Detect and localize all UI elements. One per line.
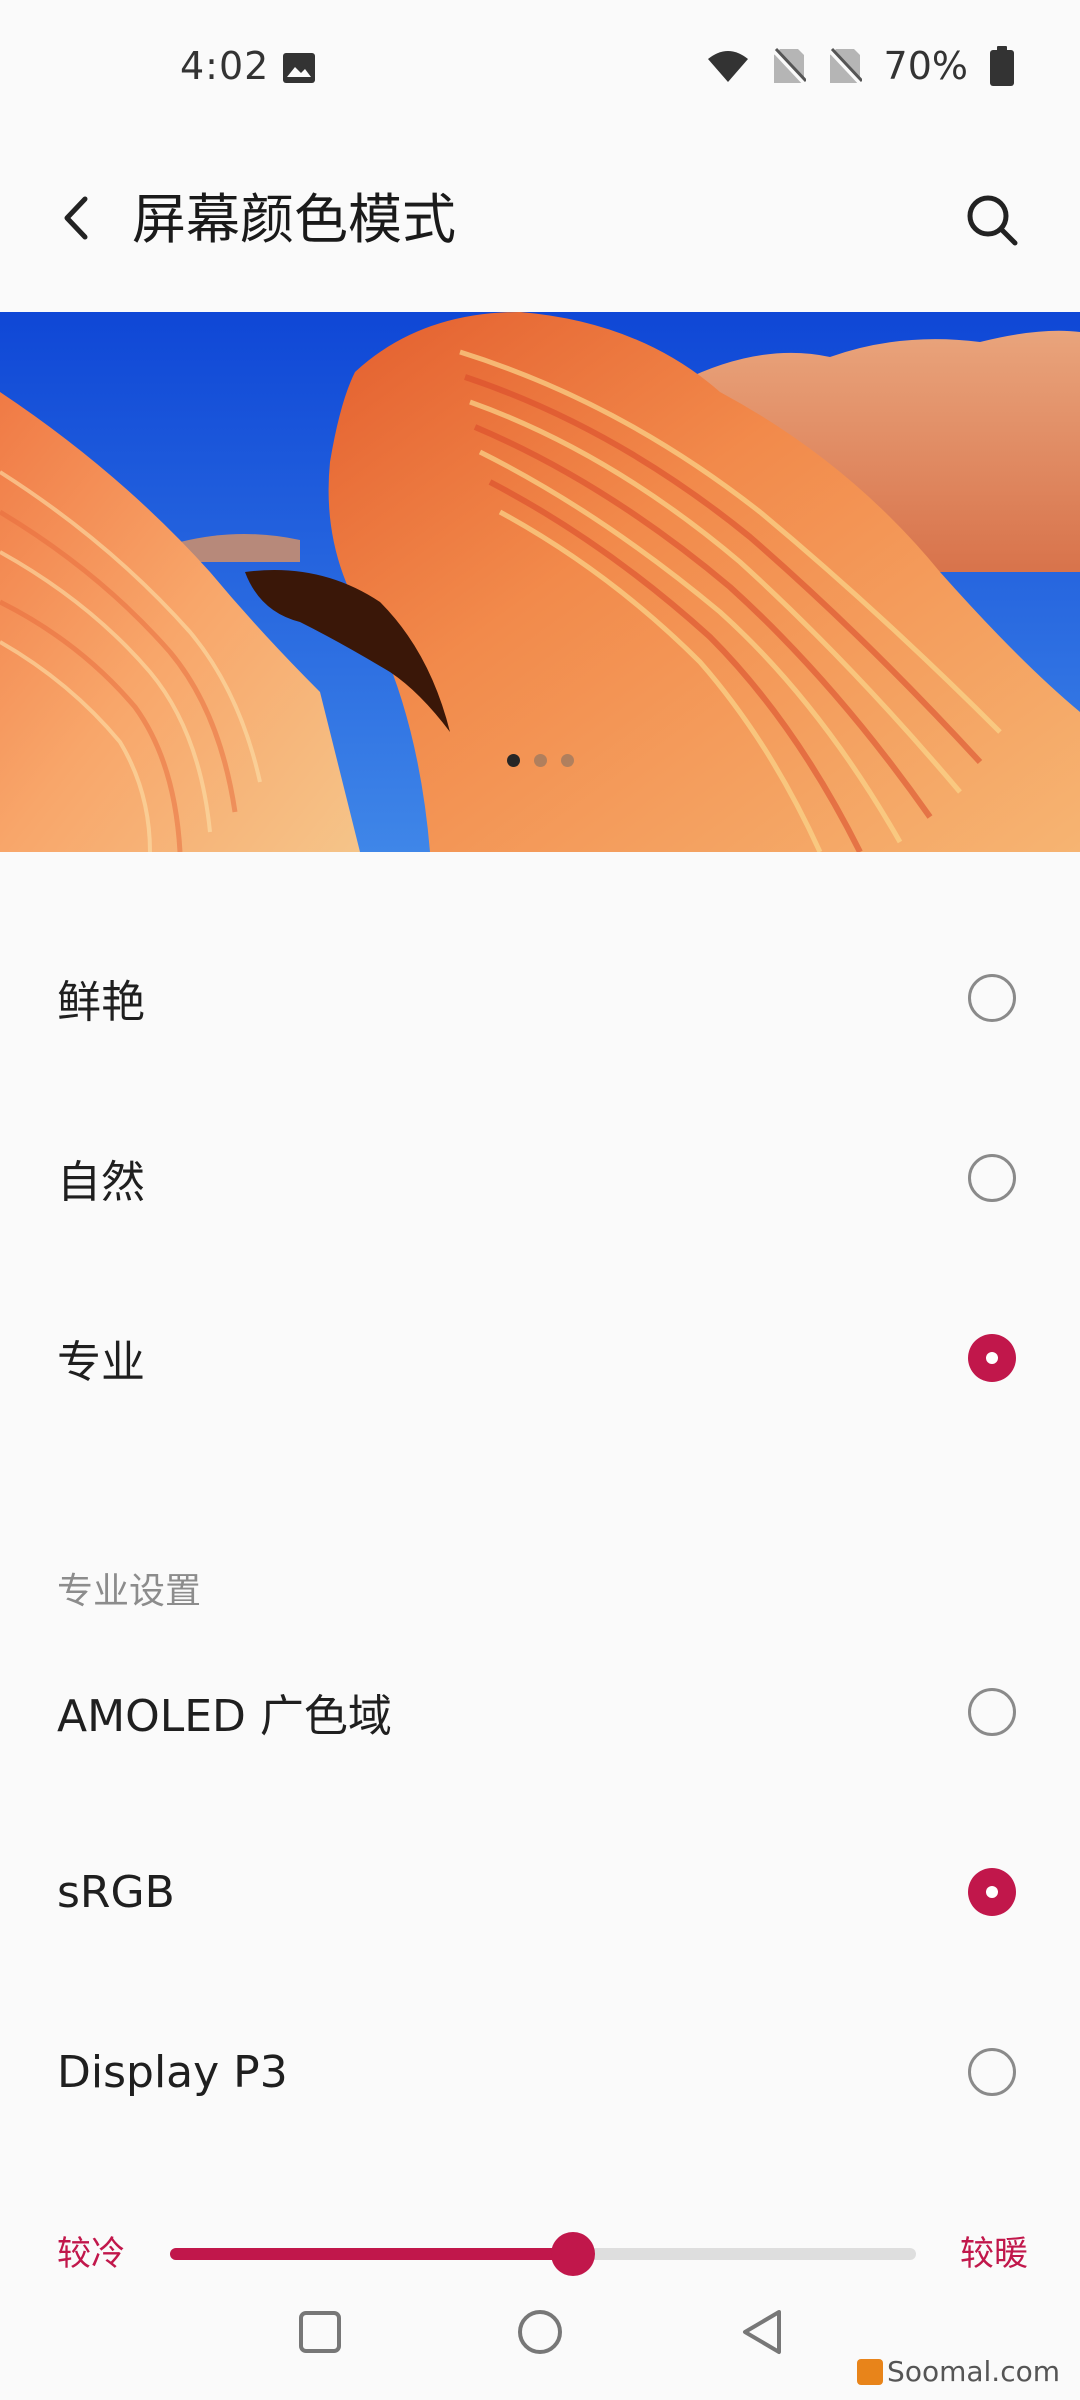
option-label: 专业 <box>57 1337 145 1388</box>
option-label: sRGB <box>57 1866 175 1918</box>
radio-button[interactable] <box>968 974 1016 1022</box>
color-mode-natural[interactable]: 自然 <box>0 1103 1080 1253</box>
battery-percentage: 70% <box>883 44 968 88</box>
search-button[interactable] <box>954 184 1030 260</box>
option-label: 自然 <box>57 1157 145 1208</box>
option-label: AMOLED 广色域 <box>57 1691 392 1742</box>
section-header-pro-settings: 专业设置 <box>57 1571 202 1612</box>
square-icon <box>298 2310 342 2358</box>
circle-icon <box>516 2308 564 2360</box>
radio-button[interactable] <box>968 2048 1016 2096</box>
option-label: 鲜艳 <box>57 977 145 1028</box>
status-bar: 4:02 70% <box>0 0 1080 136</box>
radio-button[interactable] <box>968 1154 1016 1202</box>
slider-min-label: 较冷 <box>57 2234 125 2274</box>
pager-dot <box>533 754 547 767</box>
status-time: 4:02 <box>180 44 270 88</box>
slider-thumb[interactable] <box>550 2232 595 2276</box>
slider-track[interactable] <box>170 2232 916 2276</box>
watermark-text: Soomal.com <box>887 2355 1060 2388</box>
no-sim-icon <box>772 47 806 85</box>
option-label: Display P3 <box>57 2046 288 2098</box>
recents-button[interactable] <box>288 2302 352 2366</box>
app-bar: 屏幕颜色模式 <box>0 160 1080 280</box>
back-arrow-icon <box>61 195 91 245</box>
back-button[interactable] <box>40 184 112 256</box>
battery-icon <box>990 46 1014 86</box>
screen: 4:02 70% 屏幕颜色模式 鲜艳 自然 专业 专业设置 AMOLED 广色域… <box>0 0 1080 2400</box>
gamut-srgb[interactable]: sRGB <box>0 1817 1080 1967</box>
triangle-back-icon <box>739 2308 785 2360</box>
slider-max-label: 较暖 <box>960 2234 1028 2274</box>
slider-fill <box>170 2248 573 2260</box>
pager-dot-active <box>506 754 520 767</box>
preview-pager[interactable] <box>0 754 1080 778</box>
pager-dot <box>560 754 574 767</box>
no-sim-icon <box>828 47 862 85</box>
radio-button-selected[interactable] <box>968 1334 1016 1382</box>
search-icon <box>965 193 1019 251</box>
gamut-amoled-wide[interactable]: AMOLED 广色域 <box>0 1637 1080 1787</box>
radio-button-selected[interactable] <box>968 1868 1016 1916</box>
gamut-display-p3[interactable]: Display P3 <box>0 1997 1080 2147</box>
status-icons: 70% <box>706 44 1014 88</box>
wifi-icon <box>706 49 750 83</box>
image-icon <box>282 52 316 84</box>
radio-button[interactable] <box>968 1688 1016 1736</box>
page-title: 屏幕颜色模式 <box>132 188 456 251</box>
watermark: Soomal.com <box>857 2355 1060 2388</box>
home-button[interactable] <box>508 2302 572 2366</box>
color-mode-vivid[interactable]: 鲜艳 <box>0 923 1080 1073</box>
back-nav-button[interactable] <box>730 2302 794 2366</box>
color-mode-pro[interactable]: 专业 <box>0 1283 1080 1433</box>
soomal-logo-icon <box>857 2358 884 2385</box>
color-temperature-slider: 较冷 较暖 <box>0 2210 1080 2290</box>
